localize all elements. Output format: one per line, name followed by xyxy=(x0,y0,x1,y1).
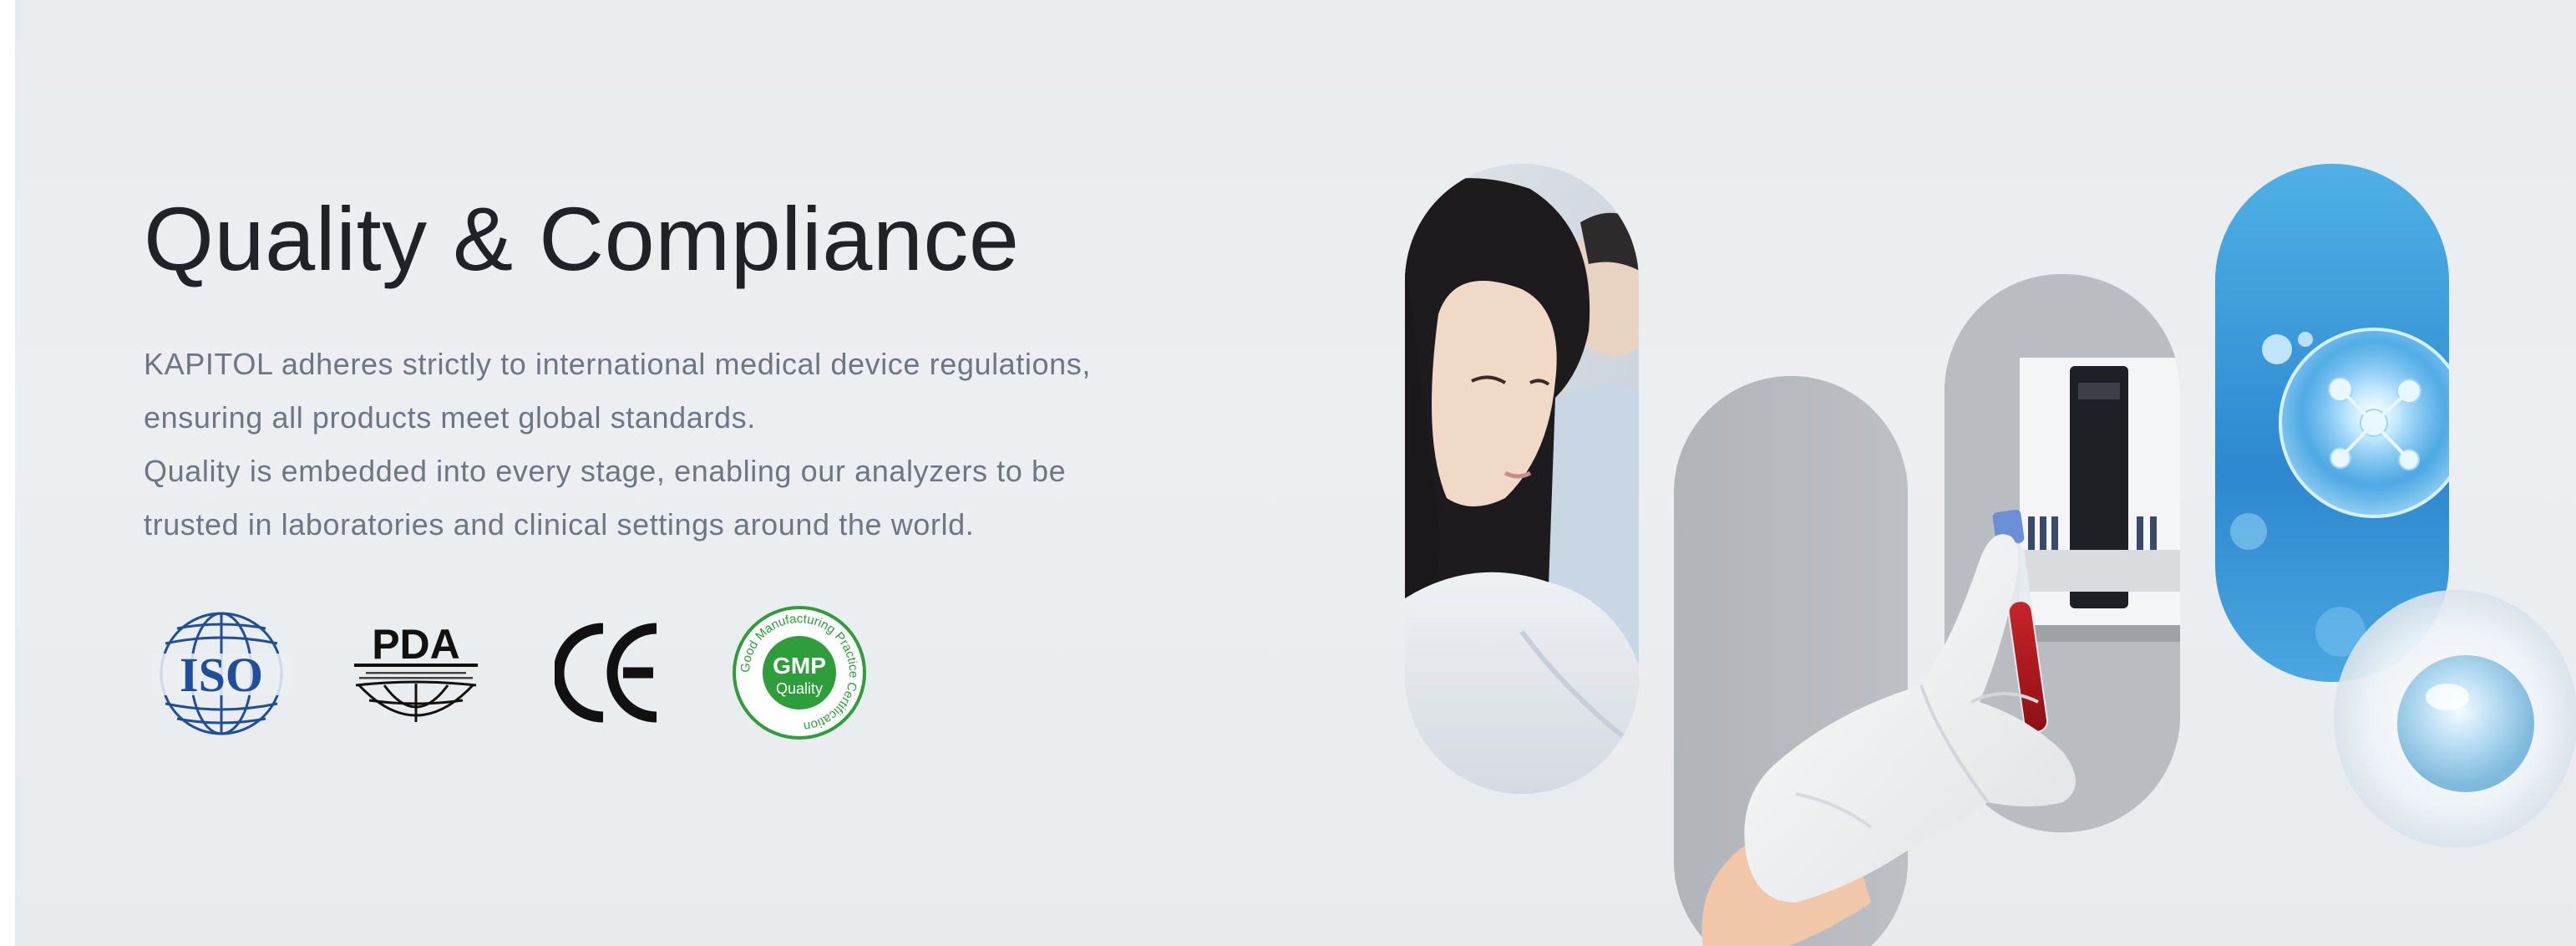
description-line: ensuring all products meet global standa… xyxy=(144,400,756,435)
section-description: KAPITOL adheres strictly to internationa… xyxy=(144,338,1263,552)
scientist-photo xyxy=(1405,164,1639,794)
left-edge-strip xyxy=(0,0,15,946)
pda-logo-subtitle xyxy=(359,672,473,679)
gmp-seal-icon: Good Manufacturing Practice Certificatio… xyxy=(733,606,866,740)
description-line: trusted in laboratories and clinical set… xyxy=(144,507,975,542)
gmp-seal-label: GMP xyxy=(773,653,826,679)
pda-logo-icon: PDA xyxy=(354,621,478,722)
section-title: Quality & Compliance xyxy=(144,188,1020,289)
gmp-seal-sublabel: Quality xyxy=(776,680,823,697)
ce-mark-icon xyxy=(555,623,657,723)
description-line: KAPITOL adheres strictly to internationa… xyxy=(144,347,1091,381)
iso-logo-icon: ISO xyxy=(152,612,291,735)
gloved-hand-test-tube xyxy=(1701,509,2076,946)
quality-compliance-section: Quality & Compliance KAPITOL adheres str… xyxy=(0,0,2576,946)
translucent-orb xyxy=(2334,590,2576,847)
iso-logo-text: ISO xyxy=(180,648,263,702)
pda-logo-text: PDA xyxy=(372,621,460,668)
description-line: Quality is embedded into every stage, en… xyxy=(144,454,1067,488)
